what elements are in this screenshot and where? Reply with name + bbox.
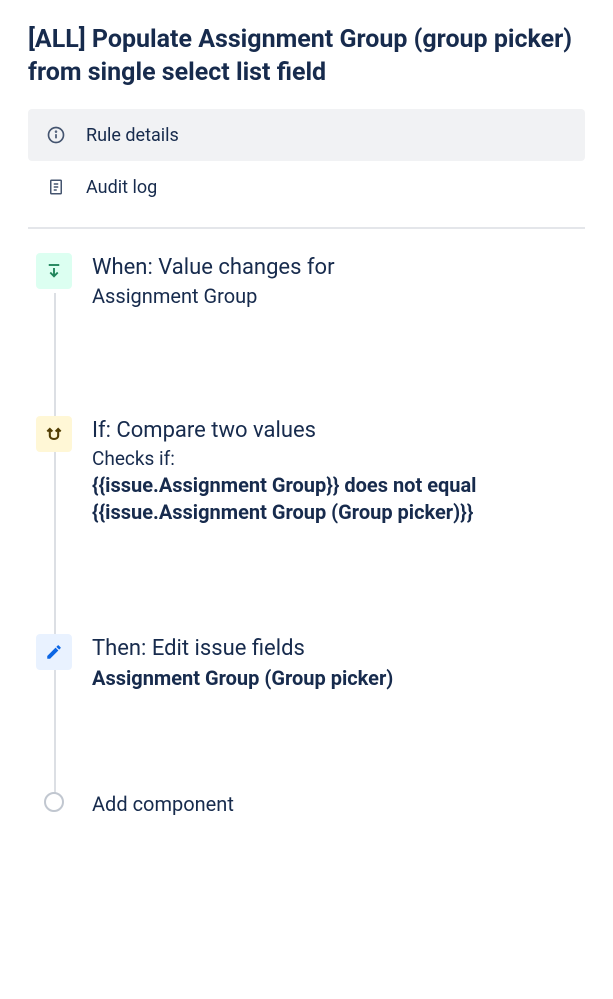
condition-detail: {{issue.Assignment Group}} does not equa… [92, 472, 585, 526]
info-icon [44, 123, 68, 147]
audit-log-item[interactable]: Audit log [28, 161, 585, 213]
document-icon [44, 175, 68, 199]
condition-icon [36, 416, 72, 452]
rule-details-item[interactable]: Rule details [28, 109, 585, 161]
divider [28, 227, 585, 229]
trigger-field: Assignment Group [92, 284, 335, 308]
add-component-step[interactable]: Add component [36, 792, 585, 816]
add-component-label: Add component [92, 792, 234, 816]
action-title: Then: Edit issue fields [92, 636, 393, 661]
edit-icon [36, 634, 72, 670]
action-detail: Assignment Group (Group picker) [92, 665, 393, 692]
condition-step[interactable]: If: Compare two values Checks if: {{issu… [36, 416, 585, 526]
condition-title: If: Compare two values [92, 418, 585, 443]
trigger-step[interactable]: When: Value changes for Assignment Group [36, 253, 585, 308]
automation-timeline: When: Value changes for Assignment Group… [28, 253, 585, 816]
condition-subtitle: Checks if: [92, 447, 585, 470]
add-circle-icon [44, 792, 64, 812]
timeline-connector [54, 293, 56, 798]
trigger-icon [36, 253, 72, 289]
action-step[interactable]: Then: Edit issue fields Assignment Group… [36, 634, 585, 692]
trigger-title: When: Value changes for [92, 255, 335, 280]
audit-log-label: Audit log [86, 177, 157, 198]
rule-title: [ALL] Populate Assignment Group (group p… [28, 24, 585, 89]
rule-details-label: Rule details [86, 125, 179, 146]
